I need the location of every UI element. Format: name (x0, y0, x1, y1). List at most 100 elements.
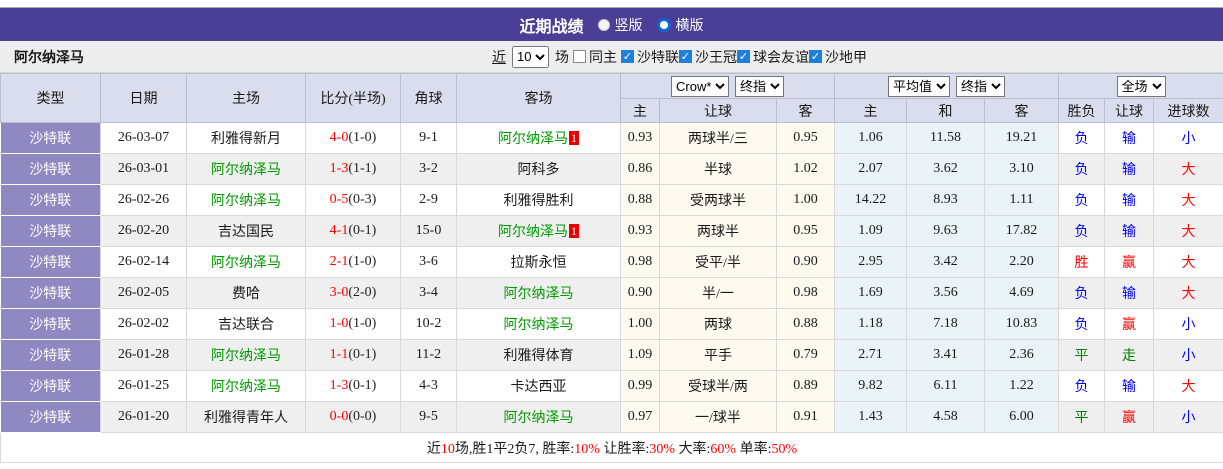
corner-cell: 10-2 (401, 309, 457, 340)
avg-away-cell: 1.11 (985, 185, 1059, 216)
home-team-name[interactable]: 阿尔纳泽马 (211, 256, 281, 271)
away-team-name[interactable]: 卡达西亚 (511, 380, 567, 395)
same-home-label: 同主 (589, 47, 617, 67)
result-row: 沙特联26-02-26阿尔纳泽马0-5(0-3)2-9利雅得胜利0.88受两球半… (1, 185, 1223, 216)
result-row: 沙特联26-03-07利雅得新月4-0(1-0)9-1阿尔纳泽马10.93两球半… (1, 123, 1223, 154)
home-team-name[interactable]: 费哈 (232, 287, 260, 302)
away-team-name[interactable]: 拉斯永恒 (511, 256, 567, 271)
outcome-cell: 负 (1059, 278, 1105, 309)
corner-cell: 3-2 (401, 154, 457, 185)
home-team-name[interactable]: 阿尔纳泽马 (211, 380, 281, 395)
scope-select[interactable]: 全场 (1117, 76, 1166, 97)
odds-company-select[interactable]: Crow* (671, 76, 729, 97)
league-checkbox[interactable]: ✓沙特联 (621, 47, 679, 67)
odds-home-cell: 1.00 (621, 309, 660, 340)
score-cell: 1-3(1-1) (306, 154, 401, 185)
avg-select[interactable]: 平均值 (888, 76, 950, 97)
match-count-select[interactable]: 10 (512, 46, 549, 68)
fulltime-score: 0-0 (330, 409, 349, 424)
away-team-name[interactable]: 阿尔纳泽马 (504, 411, 574, 426)
away-team-name[interactable]: 利雅得胜利 (504, 194, 574, 209)
away-team-name[interactable]: 利雅得体育 (504, 349, 574, 364)
checkbox-checked-icon[interactable]: ✓ (809, 50, 822, 63)
league-checkbox[interactable]: ✓球会友谊 (737, 47, 809, 67)
goals-result-cell: 小 (1154, 123, 1223, 154)
radio-checked-icon[interactable] (657, 18, 671, 32)
outcome-cell: 负 (1059, 154, 1105, 185)
rank-badge: 1 (569, 131, 579, 145)
radio-unchecked-icon[interactable] (598, 19, 610, 31)
odds-home-cell: 0.93 (621, 216, 660, 247)
checkbox-checked-icon[interactable]: ✓ (621, 50, 634, 63)
recent-results-panel: 近期战绩 竖版 横版 阿尔纳泽马 近 10 场 同主 ✓沙特联✓沙王冠✓球会友谊… (0, 0, 1223, 469)
home-team-name[interactable]: 阿尔纳泽马 (211, 194, 281, 209)
league-cell: 沙特联 (1, 278, 101, 309)
col-score: 比分(半场) (306, 74, 401, 123)
league-cell: 沙特联 (1, 371, 101, 402)
home-team-name[interactable]: 利雅得新月 (211, 132, 281, 147)
odds-away-cell: 0.90 (777, 247, 835, 278)
top-strip (0, 0, 1223, 8)
home-team-cell: 吉达国民 (187, 216, 306, 247)
home-team-cell: 利雅得青年人 (187, 402, 306, 433)
odds-away-cell: 1.02 (777, 154, 835, 185)
score-cell: 4-1(0-1) (306, 216, 401, 247)
checkbox-checked-icon[interactable]: ✓ (737, 50, 750, 63)
home-team-cell: 费哈 (187, 278, 306, 309)
result-row: 沙特联26-02-20吉达国民4-1(0-1)15-0阿尔纳泽马10.93两球半… (1, 216, 1223, 247)
league-cell: 沙特联 (1, 185, 101, 216)
date-cell: 26-03-01 (101, 154, 187, 185)
league-checkboxes: ✓沙特联✓沙王冠✓球会友谊✓沙地甲 (621, 47, 867, 67)
home-team-name[interactable]: 阿尔纳泽马 (211, 349, 281, 364)
fulltime-score: 3-0 (330, 285, 349, 300)
checkbox-unchecked-icon[interactable] (573, 50, 586, 63)
fulltime-score: 1-3 (330, 161, 349, 176)
home-team-name[interactable]: 利雅得青年人 (204, 411, 288, 426)
checkbox-checked-icon[interactable]: ✓ (679, 50, 692, 63)
handicap-result-cell: 输 (1105, 371, 1154, 402)
outcome-cell: 负 (1059, 185, 1105, 216)
summary-label: 大率: (675, 442, 710, 457)
halftime-score: (0-1) (348, 347, 376, 362)
odds-away-cell: 0.79 (777, 340, 835, 371)
rank-badge: 1 (569, 224, 579, 238)
handicap-cell: 两球 (660, 309, 777, 340)
near-link[interactable]: 近 (492, 47, 506, 67)
league-checkbox[interactable]: ✓沙王冠 (679, 47, 737, 67)
handicap-result-cell: 赢 (1105, 402, 1154, 433)
odds-home-cell: 0.88 (621, 185, 660, 216)
home-team-name[interactable]: 吉达国民 (218, 225, 274, 240)
avg-away-cell: 17.82 (985, 216, 1059, 247)
away-team-name[interactable]: 阿科多 (518, 163, 560, 178)
league-cell: 沙特联 (1, 123, 101, 154)
away-team-name[interactable]: 阿尔纳泽马 (498, 225, 568, 240)
goals-result-cell: 小 (1154, 340, 1223, 371)
away-team-cell: 阿尔纳泽马1 (457, 123, 621, 154)
avg-away-cell: 6.00 (985, 402, 1059, 433)
goals-result-cell: 大 (1154, 278, 1223, 309)
layout-radio-vertical[interactable]: 竖版 (598, 15, 643, 35)
away-team-name[interactable]: 阿尔纳泽马 (498, 132, 568, 147)
outcome-cell: 平 (1059, 340, 1105, 371)
corner-cell: 9-1 (401, 123, 457, 154)
handicap-cell: 受球半/两 (660, 371, 777, 402)
same-home-checkbox[interactable]: 同主 (573, 47, 617, 67)
odds-away-cell: 1.00 (777, 185, 835, 216)
avg-home-cell: 9.82 (835, 371, 907, 402)
away-team-name[interactable]: 阿尔纳泽马 (504, 287, 574, 302)
halftime-score: (1-0) (348, 130, 376, 145)
avg-home-cell: 2.95 (835, 247, 907, 278)
home-team-name[interactable]: 吉达联合 (218, 318, 274, 333)
league-label: 沙王冠 (695, 47, 737, 67)
date-cell: 26-02-20 (101, 216, 187, 247)
away-team-name[interactable]: 阿尔纳泽马 (504, 318, 574, 333)
odds-time-select[interactable]: 终指 (735, 76, 784, 97)
result-row: 沙特联26-02-05费哈3-0(2-0)3-4阿尔纳泽马0.90半/一0.98… (1, 278, 1223, 309)
layout-radio-horizontal[interactable]: 横版 (657, 15, 704, 35)
odds-select-cell: Crow* 终指 (621, 74, 835, 99)
league-checkbox[interactable]: ✓沙地甲 (809, 47, 867, 67)
result-row: 沙特联26-01-28阿尔纳泽马1-1(0-1)11-2利雅得体育1.09平手0… (1, 340, 1223, 371)
avg-home-cell: 1.43 (835, 402, 907, 433)
avg-time-select[interactable]: 终指 (956, 76, 1005, 97)
home-team-name[interactable]: 阿尔纳泽马 (211, 163, 281, 178)
